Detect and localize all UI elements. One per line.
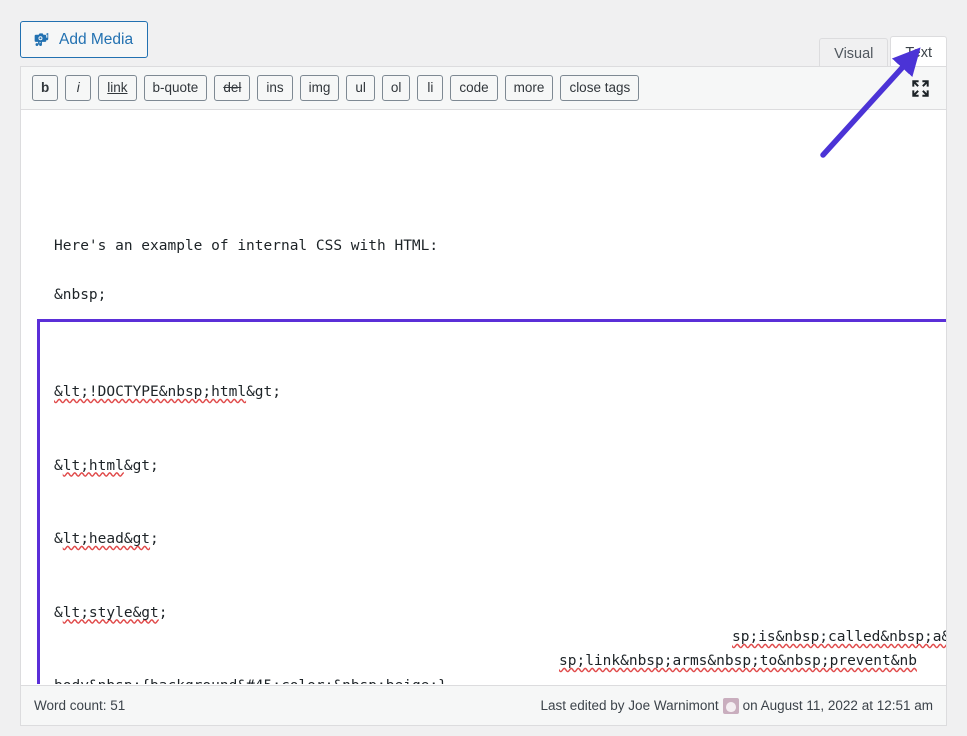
quicktag-close-tags[interactable]: close tags [560, 75, 639, 101]
tab-text-label: Text [905, 45, 932, 61]
code-line: &lt;html&gt; [54, 454, 946, 479]
last-edited-suffix: on August 11, 2022 at 12:51 am [743, 698, 933, 713]
quicktag-ul[interactable]: ul [346, 75, 375, 101]
last-edited-info: Last edited by Joe Warnimont on August 1… [541, 698, 934, 714]
quicktag-i[interactable]: i [65, 75, 91, 101]
last-edited-prefix: Last edited by Joe Warnimont [541, 698, 719, 713]
editor-top-row: Add Media Visual Text [0, 0, 967, 68]
code-line-overflow: sp;link&nbsp;arms&nbsp;to&nbsp;prevent&n… [559, 649, 917, 674]
code-line: body&nbsp;{background&#45;color:&nbsp;be… [54, 674, 946, 684]
code-line: &lt;!DOCTYPE&nbsp;html&gt; [54, 380, 946, 405]
editor-mode-tabs: Visual Text [819, 27, 947, 68]
quicktag-ol[interactable]: ol [382, 75, 411, 101]
editor-intro-line: Here's an example of internal CSS with H… [54, 234, 438, 259]
editor-frame: b i link b-quote del ins img ul ol li co… [20, 66, 947, 726]
quicktag-b-quote[interactable]: b-quote [144, 75, 208, 101]
quicktag-more[interactable]: more [505, 75, 554, 101]
quicktags-toolbar: b i link b-quote del ins img ul ol li co… [21, 67, 946, 110]
word-count-label: Word count: 51 [34, 698, 125, 713]
add-media-button[interactable]: Add Media [20, 21, 148, 58]
code-line-overflow: sp;is&nbsp;called&nbsp;a&nbsp [732, 625, 946, 650]
user-avatar-icon [723, 698, 739, 714]
quicktag-link[interactable]: link [98, 75, 136, 101]
editor-nbsp-line: &nbsp; [54, 283, 106, 308]
wordpress-text-editor-screen: Add Media Visual Text b i link b-quote d… [0, 0, 967, 736]
tab-visual-label: Visual [834, 46, 873, 62]
text-editor-textarea[interactable]: Here's an example of internal CSS with H… [21, 110, 946, 684]
quicktag-code[interactable]: code [450, 75, 497, 101]
quicktag-li[interactable]: li [417, 75, 443, 101]
fullscreen-expand-icon[interactable] [908, 76, 933, 101]
add-media-label: Add Media [59, 31, 133, 49]
media-camera-note-icon [32, 30, 51, 49]
tab-text[interactable]: Text [890, 36, 947, 69]
code-line: &lt;head&gt; [54, 527, 946, 552]
quicktag-img[interactable]: img [300, 75, 340, 101]
editor-footer: Word count: 51 Last edited by Joe Warnim… [21, 685, 946, 725]
tab-visual[interactable]: Visual [819, 38, 888, 69]
quicktag-b[interactable]: b [32, 75, 58, 101]
quicktag-ins[interactable]: ins [257, 75, 292, 101]
quicktag-del[interactable]: del [214, 75, 250, 101]
code-line: &lt;style&gt; [54, 601, 946, 626]
